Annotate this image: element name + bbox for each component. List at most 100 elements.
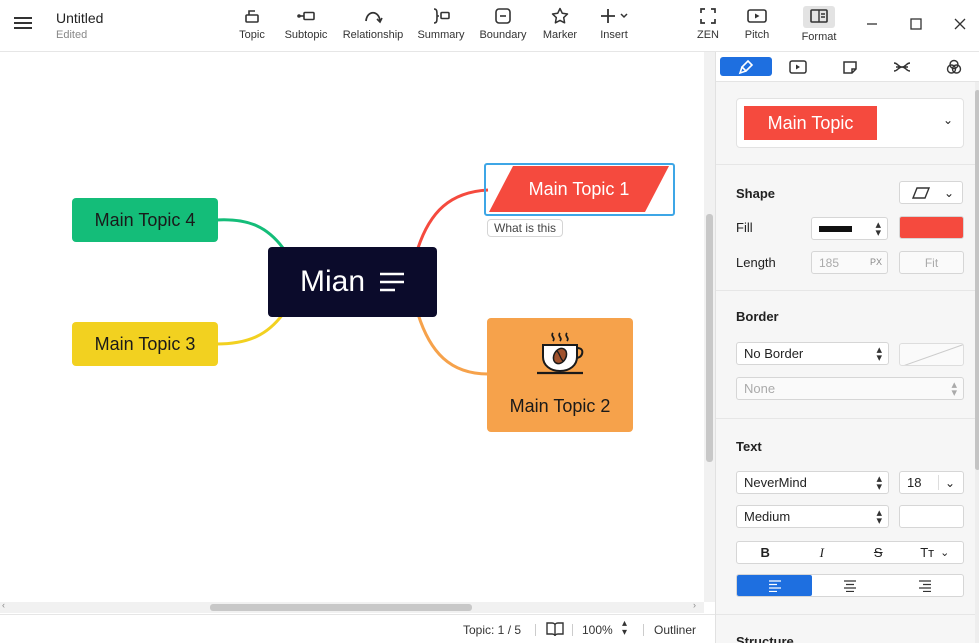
mindmap-canvas[interactable]: Mian Main Topic 4 Main Topic 3 Main Topi… xyxy=(0,52,704,602)
shape-picker[interactable]: ⌄ xyxy=(899,181,963,204)
fill-pattern-select[interactable]: ▴ ▾ xyxy=(811,217,888,240)
zoom-level[interactable]: 100% xyxy=(582,623,613,637)
main-topic-3-label: Main Topic 3 xyxy=(94,333,196,354)
central-topic[interactable]: Mian xyxy=(268,247,437,317)
play-screen-icon xyxy=(742,6,772,26)
zen-button[interactable]: ZEN xyxy=(694,6,722,41)
tab-note[interactable] xyxy=(824,57,876,76)
maximize-icon[interactable] xyxy=(906,14,926,34)
stepper-icon: ▴ ▾ xyxy=(876,344,882,364)
text-case-button[interactable]: Tт ⌄ xyxy=(907,542,964,563)
top-toolbar: Untitled Edited Topic Subtopic Relations… xyxy=(0,0,979,52)
play-screen-icon xyxy=(789,59,807,74)
text-case-label: Tт xyxy=(920,545,935,560)
map-book-icon[interactable] xyxy=(546,621,564,640)
scroll-right-icon[interactable]: › xyxy=(693,600,696,610)
format-panel-tabs xyxy=(716,52,979,82)
tab-pitch[interactable] xyxy=(772,57,824,76)
outliner-button[interactable]: Outliner xyxy=(654,623,696,637)
font-weight-select[interactable]: Medium ▴ ▾ xyxy=(736,505,889,528)
scroll-left-icon[interactable]: ‹ xyxy=(2,600,5,610)
topic-count: Topic: 1 / 5 xyxy=(463,623,522,637)
panel-scroll-thumb[interactable] xyxy=(975,90,979,470)
main-topic-2-label: Main Topic 2 xyxy=(509,396,611,416)
vertical-scroll-thumb[interactable] xyxy=(706,214,713,462)
format-button[interactable]: Format xyxy=(800,6,838,43)
border-line-select[interactable]: None ▴ ▾ xyxy=(736,377,964,400)
topic-style-selector[interactable]: Main Topic ⌄ xyxy=(736,98,964,148)
marker-label: Marker xyxy=(542,29,578,41)
chevron-down-icon: ⌄ xyxy=(942,113,953,127)
font-size-select[interactable]: 18 ⌄ xyxy=(899,471,964,494)
branch-icon xyxy=(893,61,911,72)
stepper-icon: ▴ ▾ xyxy=(951,379,957,399)
text-style-buttons: B I S Tт ⌄ xyxy=(736,541,964,564)
strikethrough-button[interactable]: S xyxy=(850,542,907,563)
canvas-horizontal-scrollbar[interactable]: ‹ › xyxy=(0,600,704,613)
main-topic-2[interactable]: Main Topic 2 xyxy=(487,318,633,432)
tab-theme[interactable] xyxy=(928,57,979,76)
summary-icon xyxy=(417,6,465,26)
subtopic-button[interactable]: Subtopic xyxy=(283,6,329,41)
chevron-down-icon: ⌄ xyxy=(940,547,950,559)
close-icon[interactable] xyxy=(950,14,970,34)
relationship-icon xyxy=(342,6,404,26)
format-panel-icon xyxy=(803,6,835,28)
brush-icon xyxy=(738,59,754,74)
align-left-button[interactable] xyxy=(737,575,813,596)
summary-button[interactable]: Summary xyxy=(417,6,465,41)
panel-scrollbar[interactable] xyxy=(975,82,979,643)
document-status: Edited xyxy=(56,29,88,41)
plus-icon xyxy=(594,6,634,26)
relationship-button[interactable]: Relationship xyxy=(342,6,404,41)
bold-button[interactable]: B xyxy=(737,542,794,563)
main-topic-1-label: Main Topic 1 xyxy=(528,178,630,199)
text-color-swatch[interactable] xyxy=(899,505,964,528)
main-topic-1[interactable]: Main Topic 1 xyxy=(489,166,669,212)
main-topic-3[interactable]: Main Topic 3 xyxy=(72,322,218,366)
topic-label: Topic xyxy=(239,29,265,41)
pitch-button[interactable]: Pitch xyxy=(742,6,772,41)
parallelogram-shape-icon xyxy=(912,186,930,199)
tab-structure[interactable] xyxy=(876,57,928,76)
border-style-select[interactable]: No Border ▴ ▾ xyxy=(736,342,889,365)
chevron-down-icon: ⌄ xyxy=(944,476,955,490)
border-header: Border xyxy=(736,309,779,324)
align-center-button[interactable] xyxy=(812,575,887,596)
length-value: 185 xyxy=(819,255,840,270)
subtopic-icon xyxy=(283,6,329,26)
fit-button[interactable]: Fit xyxy=(899,251,964,274)
length-input[interactable]: 185 PX xyxy=(811,251,888,274)
boundary-label: Boundary xyxy=(479,29,527,41)
italic-button[interactable]: I xyxy=(794,542,851,563)
relationship-label: Relationship xyxy=(342,29,404,41)
length-label: Length xyxy=(736,255,776,270)
minimize-icon[interactable] xyxy=(862,14,882,34)
fullscreen-icon xyxy=(694,6,722,26)
topic-button[interactable]: Topic xyxy=(236,6,268,41)
zen-label: ZEN xyxy=(697,29,719,41)
border-color-swatch[interactable] xyxy=(899,343,964,366)
align-right-button[interactable] xyxy=(888,575,963,596)
boundary-button[interactable]: Boundary xyxy=(479,6,527,41)
text-header: Text xyxy=(736,439,762,454)
horizontal-scroll-thumb[interactable] xyxy=(210,604,472,611)
border-style-value: No Border xyxy=(744,346,804,361)
canvas-vertical-scrollbar[interactable] xyxy=(704,52,715,602)
length-unit: PX xyxy=(869,257,882,267)
hamburger-menu-icon[interactable] xyxy=(14,14,34,34)
font-family-select[interactable]: NeverMind ▴ ▾ xyxy=(736,471,889,494)
align-left-icon xyxy=(768,579,781,592)
zoom-stepper-icon[interactable]: ▴ ▾ xyxy=(622,619,627,638)
align-right-icon xyxy=(919,579,932,592)
fill-label: Fill xyxy=(736,220,753,235)
topic-label-tag[interactable]: What is this xyxy=(487,219,564,237)
fill-color-swatch[interactable] xyxy=(899,216,964,239)
format-label: Format xyxy=(801,31,837,43)
align-center-icon xyxy=(843,579,856,592)
insert-button[interactable]: Insert xyxy=(594,6,634,41)
document-title[interactable]: Untitled xyxy=(56,10,103,26)
tab-style[interactable] xyxy=(720,57,772,76)
marker-button[interactable]: Marker xyxy=(540,6,580,41)
main-topic-4[interactable]: Main Topic 4 xyxy=(72,198,218,242)
